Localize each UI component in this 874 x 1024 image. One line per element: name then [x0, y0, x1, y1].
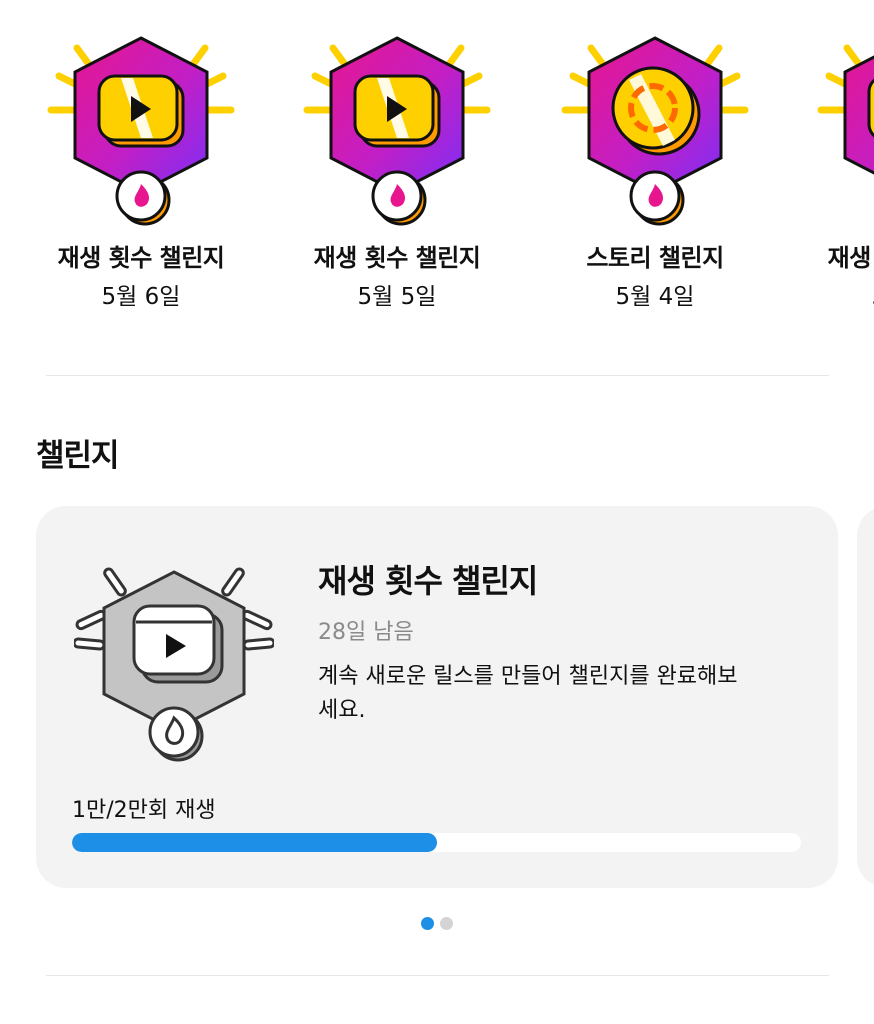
play-badge-icon: [303, 36, 491, 226]
badge-title: 재생 횟수 챌린지: [313, 244, 481, 272]
pager-dots: [0, 915, 874, 934]
badge-item[interactable]: 스토리 챌린지 5월 4일: [540, 30, 770, 311]
badge-title: 재생 횟수 챌린지: [827, 244, 874, 272]
badge-title: 스토리 챌린지: [586, 244, 724, 272]
progress-label: 1만/2만회 재생: [72, 798, 216, 823]
pager-dot[interactable]: [421, 917, 434, 930]
progress-track: [72, 833, 801, 852]
progress-fill: [72, 833, 437, 852]
challenge-title: 재생 횟수 챌린지: [318, 562, 538, 600]
challenge-remaining: 28일 남음: [318, 620, 414, 645]
play-badge-icon: [817, 44, 874, 175]
badge-date: 5월 5일: [357, 284, 437, 310]
badge-item[interactable]: 재생 횟수 챌린지 5월 3일: [796, 30, 874, 311]
badge-item[interactable]: 재생 횟수 챌린지 5월 6일: [26, 30, 256, 311]
divider: [46, 375, 829, 376]
story-badge-icon: [561, 36, 749, 226]
pager-dot[interactable]: [440, 917, 453, 930]
next-challenge-card[interactable]: [857, 506, 874, 888]
badge-date: 5월 6일: [101, 284, 181, 310]
section-title: 챌린지: [36, 438, 120, 474]
badge-item[interactable]: 재생 횟수 챌린지 5월 5일: [282, 30, 512, 311]
badge-date: 5월 4일: [615, 284, 695, 310]
badge-title: 재생 횟수 챌린지: [57, 244, 225, 272]
challenge-card[interactable]: 재생 횟수 챌린지 28일 남음 계속 새로운 릴스를 만들어 챌린지를 완료해…: [36, 506, 838, 888]
play-badge-icon: [47, 36, 235, 226]
badge-strip: 재생 횟수 챌린지 5월 6일 재생 횟수 챌린지 5월 5일 스토리 챌린지 …: [0, 0, 874, 330]
badge-date: 5월 3일: [796, 277, 874, 311]
challenge-description: 계속 새로운 릴스를 만들어 챌린지를 완료해보세요.: [318, 664, 738, 723]
divider: [46, 975, 829, 976]
play-badge-locked-icon: [74, 567, 274, 762]
